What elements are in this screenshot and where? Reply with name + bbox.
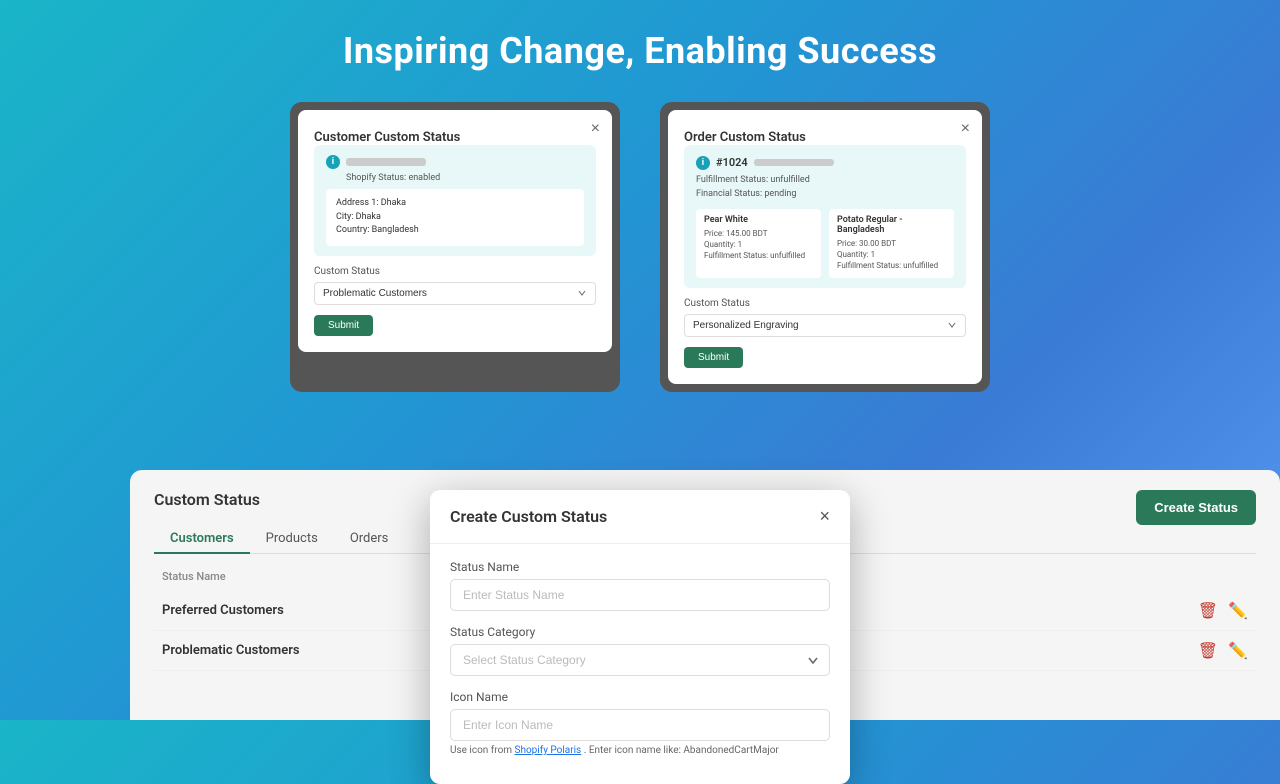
status-name-label: Status Name	[450, 560, 830, 574]
status-category-label: Status Category	[450, 625, 830, 639]
row1-delete-icon[interactable]: 🗑	[1198, 601, 1218, 620]
order-submit-button[interactable]: Submit	[684, 347, 743, 368]
order-number: #1024	[716, 156, 748, 169]
customer-shopify-status: Shopify Status: enabled	[346, 173, 584, 183]
tab-customers[interactable]: Customers	[154, 525, 250, 554]
order-info-icon: i	[696, 156, 710, 170]
order-financial-status: Financial Status: pending	[696, 188, 954, 202]
tab-orders[interactable]: Orders	[334, 525, 405, 554]
order-fulfillment-status: Fulfillment Status: unfulfilled	[696, 174, 954, 188]
hero-title: Inspiring Change, Enabling Success	[0, 30, 1280, 72]
info-icon: i	[326, 155, 340, 169]
order-item-1: Pear White Price: 145.00 BDT Quantity: 1…	[696, 209, 821, 278]
order-item2-price: Price: 30.00 BDT	[837, 238, 946, 249]
status-name-group: Status Name	[450, 560, 830, 611]
row2-edit-icon[interactable]: ✏️	[1228, 641, 1248, 660]
customer-address-country: Country: Bangladesh	[336, 224, 574, 238]
customer-info-header: i	[326, 155, 584, 169]
customer-custom-status-label: Custom Status	[314, 266, 596, 277]
order-name-placeholder	[754, 159, 834, 166]
order-item1-name: Pear White	[704, 215, 813, 225]
customer-modal-card: Customer Custom Status × i Shopify Statu…	[290, 102, 620, 392]
order-items-row: Pear White Price: 145.00 BDT Quantity: 1…	[696, 209, 954, 278]
order-item1-qty: Quantity: 1	[704, 239, 813, 250]
status-category-select[interactable]: Select Status Category Customers Product…	[450, 644, 830, 676]
cards-row: Customer Custom Status × i Shopify Statu…	[0, 102, 1280, 392]
customer-modal-title: Customer Custom Status	[314, 130, 460, 145]
icon-name-group: Icon Name Use icon from Shopify Polaris …	[450, 690, 830, 756]
order-modal-title: Order Custom Status	[684, 130, 806, 145]
customer-submit-button[interactable]: Submit	[314, 315, 373, 336]
shopify-polaris-link[interactable]: Shopify Polaris	[515, 745, 582, 756]
customer-info-box: i Shopify Status: enabled Address 1: Dha…	[314, 145, 596, 256]
customer-name-placeholder	[346, 158, 426, 166]
order-custom-status-label: Custom Status	[684, 298, 966, 309]
order-status-select[interactable]: Personalized Engraving	[684, 314, 966, 337]
customer-address-box: Address 1: Dhaka City: Dhaka Country: Ba…	[326, 189, 584, 246]
hero-section: Inspiring Change, Enabling Success	[0, 0, 1280, 92]
order-item2-name: Potato Regular - Bangladesh	[837, 215, 946, 235]
order-item1-price: Price: 145.00 BDT	[704, 228, 813, 239]
order-item-2: Potato Regular - Bangladesh Price: 30.00…	[829, 209, 954, 278]
order-modal-inner: Order Custom Status × i #1024 Fulfillmen…	[668, 110, 982, 384]
order-modal-close-button[interactable]: ×	[961, 120, 970, 138]
icon-hint: Use icon from Shopify Polaris . Enter ic…	[450, 745, 830, 756]
order-modal-card: Order Custom Status × i #1024 Fulfillmen…	[660, 102, 990, 392]
customer-address-line1: Address 1: Dhaka	[336, 197, 574, 211]
row2-name: Problematic Customers	[162, 643, 300, 658]
customer-modal-inner: Customer Custom Status × i Shopify Statu…	[298, 110, 612, 352]
row2-delete-icon[interactable]: 🗑	[1198, 641, 1218, 660]
icon-name-label: Icon Name	[450, 690, 830, 704]
row1-name: Preferred Customers	[162, 603, 284, 618]
order-item1-fulfillment: Fulfillment Status: unfulfilled	[704, 250, 813, 261]
create-custom-status-modal: Create Custom Status × Status Name Statu…	[430, 490, 850, 784]
order-item2-fulfillment: Fulfillment Status: unfulfilled	[837, 260, 946, 271]
status-name-input[interactable]	[450, 579, 830, 611]
status-category-group: Status Category Select Status Category C…	[450, 625, 830, 676]
customer-modal-close-button[interactable]: ×	[591, 120, 600, 138]
row1-actions: 🗑 ✏️	[1198, 601, 1248, 620]
icon-name-input[interactable]	[450, 709, 830, 741]
row2-actions: 🗑 ✏️	[1198, 641, 1248, 660]
create-modal-title: Create Custom Status	[450, 507, 607, 526]
create-modal-header: Create Custom Status ×	[430, 490, 850, 544]
tab-products[interactable]: Products	[250, 525, 334, 554]
order-info-box: i #1024 Fulfillment Status: unfulfilled …	[684, 145, 966, 288]
create-modal-body: Status Name Status Category Select Statu…	[430, 544, 850, 784]
order-item2-qty: Quantity: 1	[837, 249, 946, 260]
row1-edit-icon[interactable]: ✏️	[1228, 601, 1248, 620]
create-modal-close-button[interactable]: ×	[819, 506, 830, 527]
customer-status-select[interactable]: Problematic Customers	[314, 282, 596, 305]
create-status-button[interactable]: Create Status	[1136, 490, 1256, 525]
customer-address-city: City: Dhaka	[336, 211, 574, 225]
